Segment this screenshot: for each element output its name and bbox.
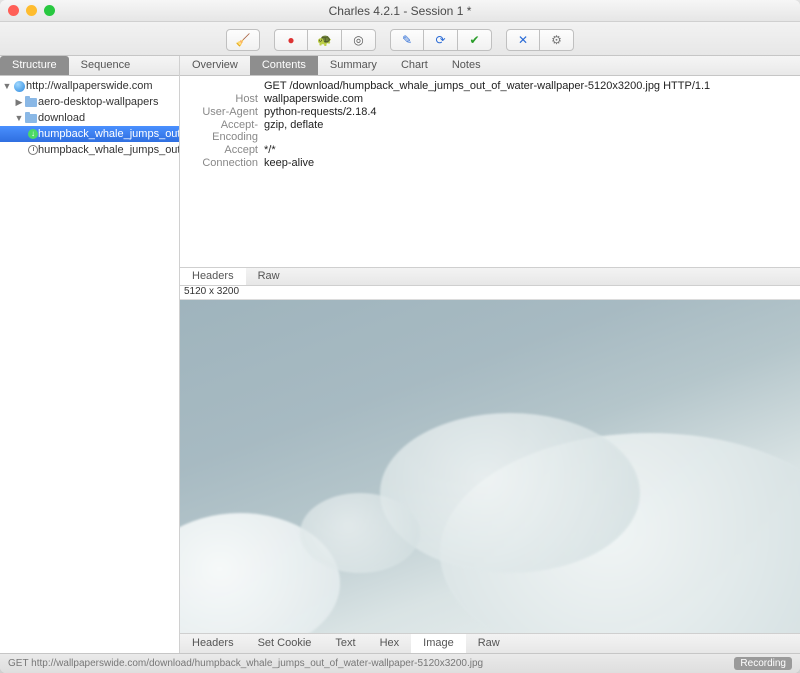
tab-chart[interactable]: Chart — [389, 56, 440, 75]
clock-icon — [28, 145, 38, 155]
tree-folder-label: aero-desktop-wallpapers — [38, 96, 158, 108]
image-preview[interactable] — [180, 300, 800, 633]
edit-group: ✎ ⟳ ✔ — [390, 29, 492, 51]
sidebar-tabs: Structure Sequence — [0, 56, 179, 76]
image-dimensions: 5120 x 3200 — [180, 286, 800, 300]
tree-item-label: humpback_whale_jumps_out_of_wat — [38, 144, 179, 156]
recording-badge[interactable]: Recording — [734, 657, 792, 670]
header-val: gzip, deflate — [264, 119, 323, 143]
globe-icon — [14, 81, 25, 92]
request-subtabs: Headers Raw — [180, 267, 800, 285]
tree-item-selected[interactable]: ↓ humpback_whale_jumps_out_of_ — [0, 126, 179, 142]
body: Structure Sequence ▼ http://wallpaperswi… — [0, 56, 800, 653]
chevron-right-icon[interactable]: ▶ — [14, 97, 24, 108]
tree-folder-label: download — [38, 112, 85, 124]
window-controls — [8, 5, 55, 16]
gear-icon: ⚙ — [551, 33, 562, 47]
statusbar: GET http://wallpaperswide.com/download/h… — [0, 653, 800, 673]
turtle-icon: 🐢 — [317, 33, 332, 47]
status-text: GET http://wallpaperswide.com/download/h… — [8, 658, 483, 669]
tree-folder-aero[interactable]: ▶ aero-desktop-wallpapers — [0, 94, 179, 110]
window-title: Charles 4.2.1 - Session 1 * — [0, 4, 800, 18]
request-line: GET /download/humpback_whale_jumps_out_o… — [264, 80, 710, 92]
header-key: User-Agent — [186, 106, 264, 118]
cloud-shape — [300, 493, 420, 573]
minimize-icon[interactable] — [26, 5, 37, 16]
header-key: Host — [186, 93, 264, 105]
check-icon: ✔ — [469, 33, 479, 47]
titlebar: Charles 4.2.1 - Session 1 * — [0, 0, 800, 22]
tab-sequence[interactable]: Sequence — [69, 56, 143, 75]
tools-icon: ✕ — [518, 33, 528, 47]
resptab-raw[interactable]: Raw — [466, 634, 512, 653]
request-headers[interactable]: GET /download/humpback_whale_jumps_out_o… — [180, 76, 800, 267]
header-val: keep-alive — [264, 157, 314, 169]
header-key: Connection — [186, 157, 264, 169]
request-pane: GET /download/humpback_whale_jumps_out_o… — [180, 76, 800, 286]
resptab-text[interactable]: Text — [323, 634, 367, 653]
tree-folder-download[interactable]: ▼ download — [0, 110, 179, 126]
header-key: Accept — [186, 144, 264, 156]
subtab-headers[interactable]: Headers — [180, 268, 246, 285]
breakpoint-icon: ◎ — [353, 33, 363, 47]
tree-item-label: humpback_whale_jumps_out_of_ — [38, 128, 179, 140]
record-group: ● 🐢 ◎ — [274, 29, 376, 51]
structure-tree[interactable]: ▼ http://wallpaperswide.com ▶ aero-deskt… — [0, 76, 179, 653]
tab-summary[interactable]: Summary — [318, 56, 389, 75]
folder-icon — [25, 114, 37, 123]
sidebar: Structure Sequence ▼ http://wallpaperswi… — [0, 56, 180, 653]
tab-notes[interactable]: Notes — [440, 56, 493, 75]
app-window: Charles 4.2.1 - Session 1 * 🧹 ● 🐢 ◎ ✎ ⟳ … — [0, 0, 800, 673]
header-key: Accept-Encoding — [186, 119, 264, 143]
tree-host-label: http://wallpaperswide.com — [26, 80, 153, 92]
tab-overview[interactable]: Overview — [180, 56, 250, 75]
resptab-headers[interactable]: Headers — [180, 634, 246, 653]
header-val: python-requests/2.18.4 — [264, 106, 377, 118]
header-val: */* — [264, 144, 276, 156]
tab-structure[interactable]: Structure — [0, 56, 69, 75]
main-panel: Overview Contents Summary Chart Notes GE… — [180, 56, 800, 653]
record-button[interactable]: ● — [274, 29, 308, 51]
tools-button[interactable]: ✕ — [506, 29, 540, 51]
download-icon: ↓ — [28, 129, 38, 139]
zoom-icon[interactable] — [44, 5, 55, 16]
response-subtabs: Headers Set Cookie Text Hex Image Raw — [180, 633, 800, 653]
repeat-button[interactable]: ⟳ — [424, 29, 458, 51]
cloud-shape — [380, 413, 640, 573]
tree-item-pending[interactable]: humpback_whale_jumps_out_of_wat — [0, 142, 179, 158]
clear-button[interactable]: 🧹 — [226, 29, 260, 51]
resptab-hex[interactable]: Hex — [368, 634, 412, 653]
resptab-image[interactable]: Image — [411, 634, 466, 653]
pencil-icon: ✎ — [402, 33, 412, 47]
tree-host[interactable]: ▼ http://wallpaperswide.com — [0, 78, 179, 94]
breakpoints-button[interactable]: ◎ — [342, 29, 376, 51]
folder-icon — [25, 98, 37, 107]
broom-icon: 🧹 — [236, 33, 251, 47]
main-tabs: Overview Contents Summary Chart Notes — [180, 56, 800, 76]
throttle-button[interactable]: 🐢 — [308, 29, 342, 51]
record-icon: ● — [287, 33, 294, 47]
close-icon[interactable] — [8, 5, 19, 16]
validate-button[interactable]: ✔ — [458, 29, 492, 51]
tools-group: ✕ ⚙ — [506, 29, 574, 51]
chevron-down-icon[interactable]: ▼ — [2, 81, 12, 91]
header-val: wallpaperswide.com — [264, 93, 363, 105]
repeat-icon: ⟳ — [435, 33, 445, 47]
compose-button[interactable]: ✎ — [390, 29, 424, 51]
subtab-raw[interactable]: Raw — [246, 268, 292, 285]
chevron-down-icon[interactable]: ▼ — [14, 113, 24, 123]
toolbar: 🧹 ● 🐢 ◎ ✎ ⟳ ✔ ✕ ⚙ — [0, 22, 800, 56]
settings-button[interactable]: ⚙ — [540, 29, 574, 51]
resptab-setcookie[interactable]: Set Cookie — [246, 634, 324, 653]
tab-contents[interactable]: Contents — [250, 56, 318, 75]
